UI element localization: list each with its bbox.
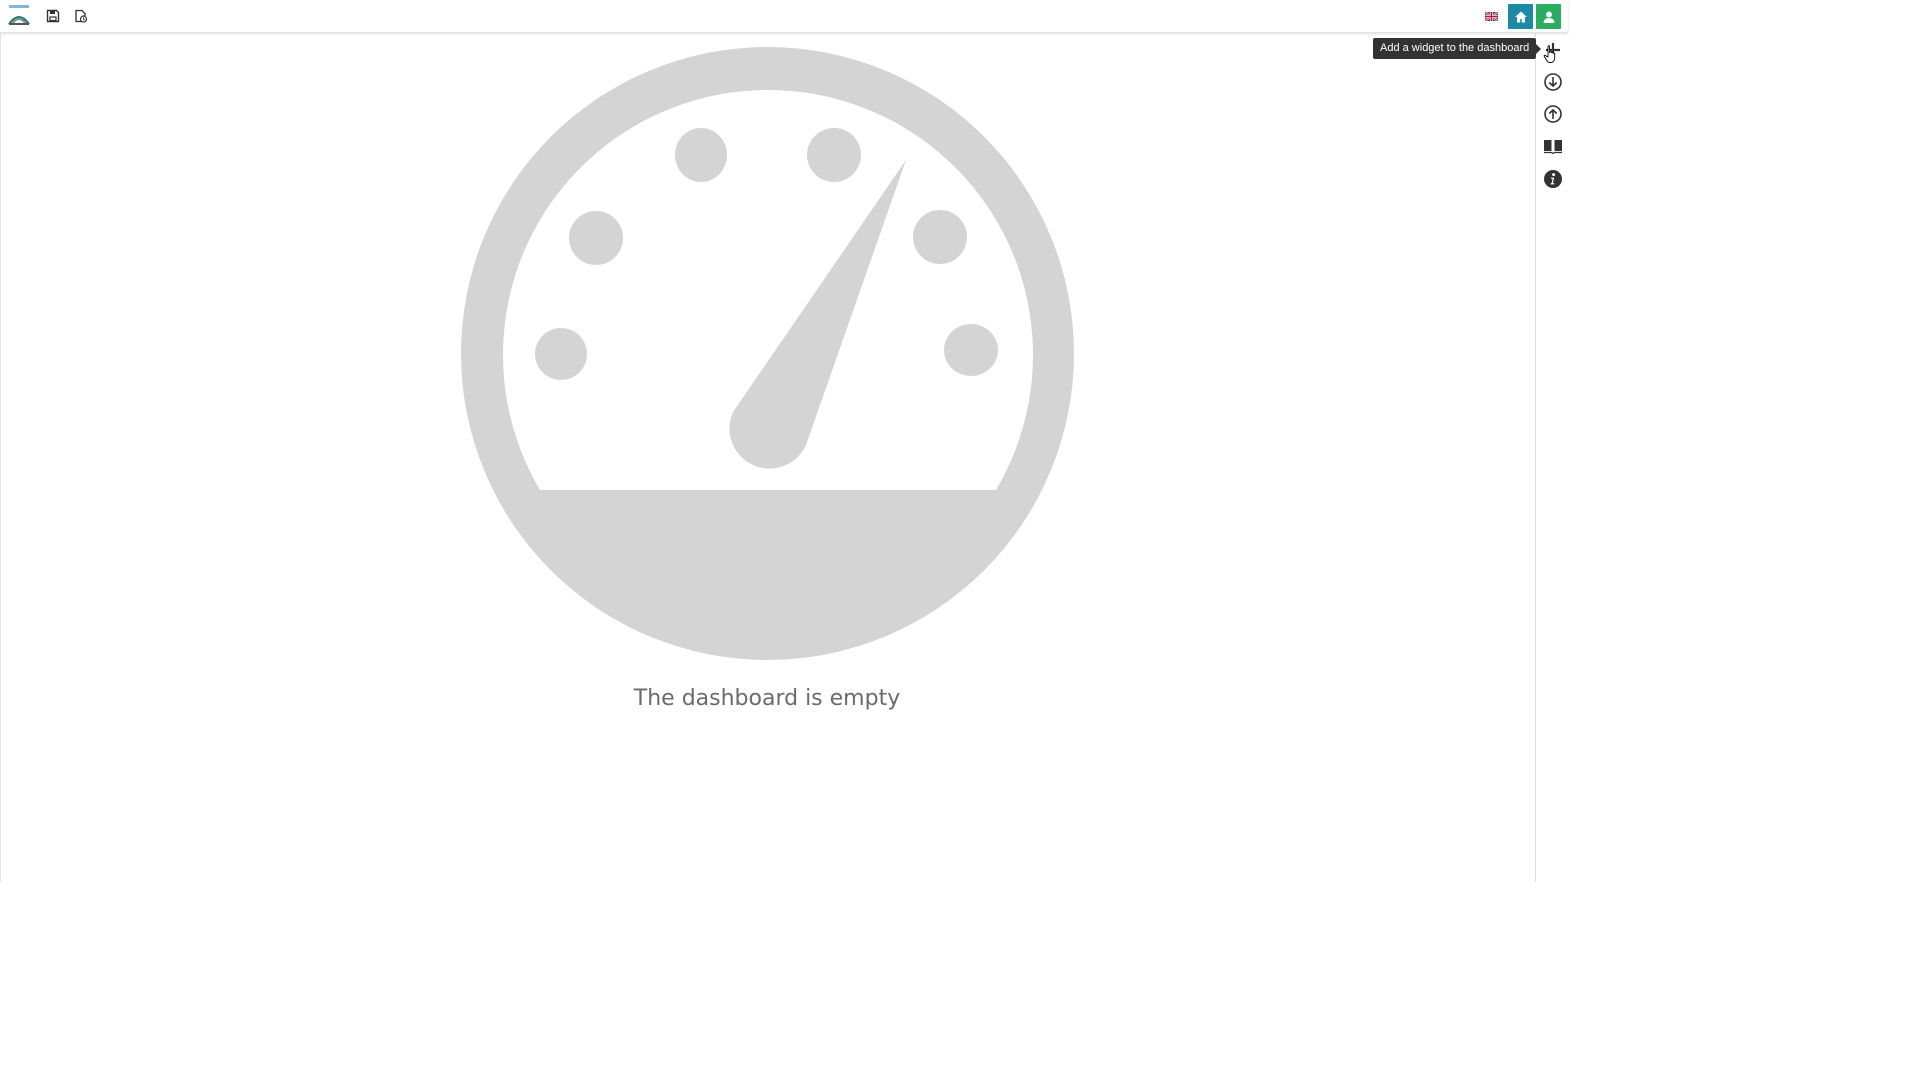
uk-flag-icon[interactable]: [1485, 12, 1498, 21]
dashboard-gauge-icon: [461, 47, 1074, 660]
save-as-document-icon: [75, 9, 88, 23]
download-button[interactable]: [1542, 71, 1564, 93]
right-sidebar: [1535, 33, 1568, 882]
upload-circle-icon: [1544, 105, 1562, 123]
empty-dashboard-message: The dashboard is empty: [633, 686, 901, 711]
book-icon: [1544, 140, 1562, 155]
upload-button[interactable]: [1542, 103, 1564, 125]
app-logo-icon[interactable]: [7, 4, 31, 26]
info-circle-icon: [1544, 170, 1562, 188]
download-circle-icon: [1544, 73, 1562, 91]
save-button[interactable]: [44, 7, 62, 25]
info-button[interactable]: [1542, 168, 1564, 190]
hand-pointer-icon: [1543, 45, 1556, 63]
top-toolbar: [0, 0, 1568, 33]
user-icon: [1543, 11, 1554, 23]
documentation-button[interactable]: [1542, 135, 1564, 157]
add-widget-tooltip: Add a widget to the dashboard: [1373, 38, 1542, 59]
home-button[interactable]: [1508, 4, 1533, 29]
home-icon: [1514, 11, 1527, 22]
floppy-disk-icon: [46, 9, 60, 23]
save-as-button[interactable]: [72, 7, 90, 25]
user-button[interactable]: [1536, 4, 1561, 29]
